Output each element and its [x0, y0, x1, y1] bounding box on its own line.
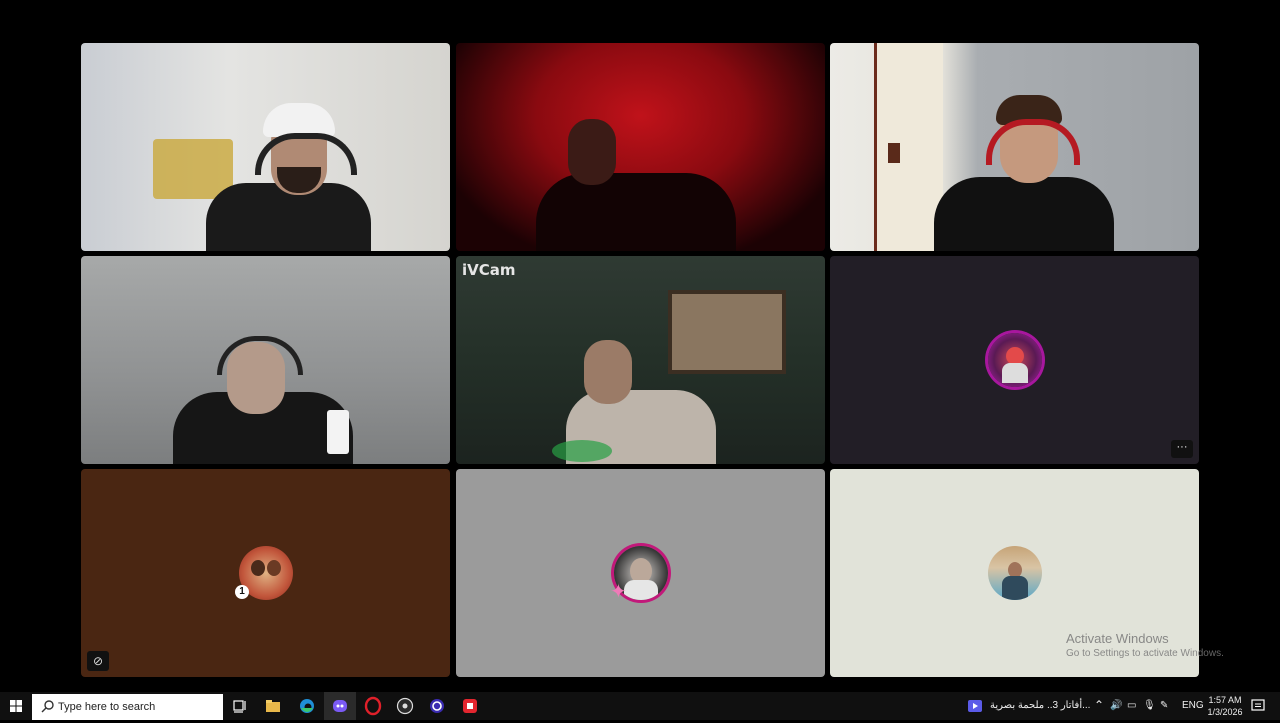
participant-head	[584, 340, 632, 404]
lamp-light	[327, 410, 349, 454]
door	[874, 43, 943, 251]
green-glow	[552, 440, 612, 462]
video-tile[interactable]: iVCam	[456, 256, 825, 464]
notifications-icon[interactable]	[1250, 698, 1266, 714]
search-icon	[41, 700, 54, 713]
obs-icon[interactable]	[395, 696, 415, 716]
clock-time: 1:57 AM	[1208, 695, 1242, 705]
avatar-tile[interactable]: ✦	[456, 469, 825, 677]
search-placeholder: Type here to search	[58, 701, 156, 713]
discord-icon[interactable]	[330, 696, 350, 716]
activate-windows-watermark: Activate Windows Go to Settings to activ…	[1066, 631, 1224, 661]
opera-icon[interactable]	[363, 696, 383, 716]
avatar	[987, 546, 1042, 600]
app-red-icon[interactable]	[460, 696, 480, 716]
video-tile[interactable]	[456, 43, 825, 251]
edge-icon[interactable]	[297, 696, 317, 716]
wall-painting	[668, 290, 786, 374]
windows-start-icon	[10, 700, 22, 712]
media-title[interactable]: أفاتار 3.. ملحمة بصرية...	[990, 700, 1090, 711]
meeting-stage: iVCam ··· 1 ⊘ ✦ Activate Windows Go to S…	[0, 0, 1280, 692]
start-button[interactable]	[0, 692, 32, 720]
headphones	[217, 336, 303, 375]
video-tile[interactable]	[830, 43, 1199, 251]
volume-icon[interactable]: 🔊	[1110, 700, 1122, 711]
avatar-badge-icon: 1	[235, 585, 249, 599]
language-indicator[interactable]: ENG	[1182, 700, 1204, 711]
door-handle	[888, 143, 900, 163]
avatar-tile[interactable]: ···	[830, 256, 1199, 464]
task-view-icon[interactable]	[230, 696, 250, 716]
taskbar-search[interactable]: Type here to search	[32, 694, 223, 720]
file-explorer-icon[interactable]	[263, 696, 283, 716]
participant-cap	[263, 103, 335, 137]
microphone-icon[interactable]: 🎙	[1143, 700, 1156, 711]
avatar-tile[interactable]: 1 ⊘	[81, 469, 450, 677]
chevron-up-icon[interactable]: ⌃	[1094, 698, 1104, 712]
clock[interactable]: 1:57 AM 1/3/2026	[1205, 694, 1245, 718]
media-app-icon[interactable]	[966, 697, 984, 715]
participant-body	[934, 177, 1114, 251]
clock-date: 1/3/2026	[1207, 707, 1243, 717]
avatar	[987, 333, 1042, 387]
cortana-icon[interactable]	[427, 696, 447, 716]
ivcam-watermark: iVCam	[462, 261, 516, 279]
network-icon[interactable]: ▭	[1127, 700, 1136, 711]
participant-head	[568, 119, 616, 185]
star-badge-icon: ✦	[610, 581, 627, 603]
taskbar: Type here to search أفاتار 3.. ملحمة بصر…	[0, 692, 1280, 720]
more-options-button[interactable]: ···	[1171, 440, 1193, 458]
activate-title: Activate Windows	[1066, 631, 1169, 646]
participant-body	[536, 173, 736, 251]
activate-subtitle: Go to Settings to activate Windows.	[1066, 648, 1224, 659]
video-tile[interactable]	[81, 43, 450, 251]
camera-off-icon[interactable]: ⊘	[87, 651, 109, 671]
video-tile[interactable]	[81, 256, 450, 464]
pen-icon[interactable]: ✎	[1160, 700, 1168, 711]
